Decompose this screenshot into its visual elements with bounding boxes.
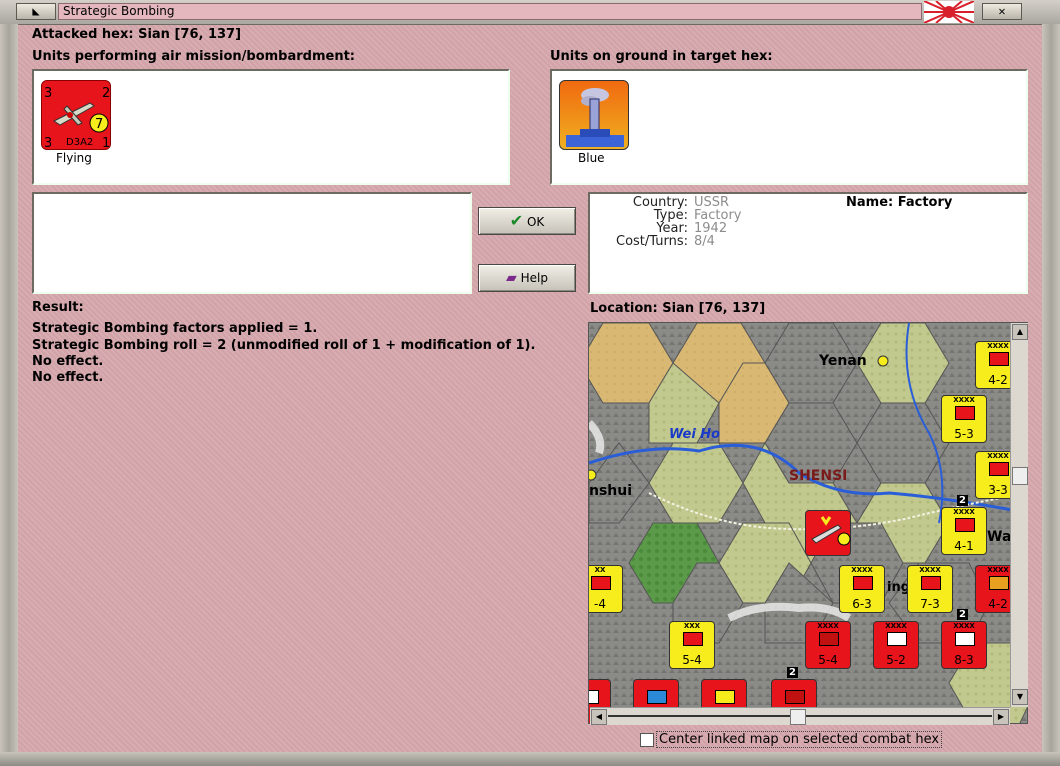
ground-unit-caption: Blue <box>578 151 605 165</box>
dive-bomber-icon: 3 2 3 1 7 D3A2 <box>38 73 110 151</box>
attacked-hex-label: Attacked hex: Sian [76, 137] <box>32 27 242 42</box>
scroll-left-icon[interactable]: ◀ <box>591 709 607 725</box>
unit-strength: 8-3 <box>954 653 974 667</box>
center-map-label[interactable]: Center linked map on selected combat hex <box>656 731 943 748</box>
map-label-yenan: Yenan <box>819 353 867 369</box>
help-label: Help <box>520 271 548 285</box>
details-panel <box>32 192 472 294</box>
horizontal-scroll-thumb[interactable] <box>790 709 806 725</box>
japan-flag-icon <box>924 1 974 23</box>
center-map-checkbox[interactable] <box>640 733 654 747</box>
unit-strength: 5-2 <box>886 653 906 667</box>
close-button[interactable]: ✕ <box>982 3 1022 20</box>
air-unit-badge: 7 <box>95 117 103 132</box>
map-unit[interactable]: XXXX 5-4 <box>805 621 851 669</box>
air-unit-bottom-left: 3 <box>44 136 52 151</box>
window-title: Strategic Bombing <box>58 3 922 20</box>
menu-button[interactable]: ◣ <box>16 3 56 20</box>
scroll-right-icon[interactable]: ▶ <box>993 709 1009 725</box>
map-label-wa: Wa <box>987 529 1012 545</box>
map-vertical-scrollbar[interactable]: ▲ ▼ <box>1010 323 1028 707</box>
bottom-border <box>0 752 1060 766</box>
map-unit[interactable]: XXXX 4-1 <box>941 507 987 555</box>
stack-count: 2 <box>957 609 968 620</box>
cost-value: 8/4 <box>694 234 715 249</box>
map-unit[interactable]: XXX 5-4 <box>669 621 715 669</box>
unit-strength: 5-3 <box>954 427 974 441</box>
dive-bomber-icon <box>811 516 851 546</box>
map-unit[interactable]: XXXX 8-3 <box>941 621 987 669</box>
check-icon: ✔ <box>509 211 524 230</box>
unit-strength: 5-4 <box>682 653 702 667</box>
target-name: Name: Factory <box>846 195 953 210</box>
map-horizontal-scrollbar[interactable]: ◀ ▶ <box>590 707 1010 725</box>
scroll-up-icon[interactable]: ▲ <box>1012 324 1028 340</box>
unit-strength: 6-3 <box>852 597 872 611</box>
air-unit-top-right: 2 <box>102 86 110 101</box>
factory-icon <box>566 88 624 147</box>
cost-key: Cost/Turns: <box>616 234 688 249</box>
air-unit-counter[interactable]: 3 2 3 1 7 D3A2 <box>38 73 111 151</box>
map-unit[interactable]: XXXX 5-3 <box>941 395 987 443</box>
help-book-icon: ▰ <box>506 270 517 286</box>
ground-units-label: Units on ground in target hex: <box>550 49 773 64</box>
unit-strength: -4 <box>594 597 606 611</box>
map-air-unit[interactable] <box>805 510 851 556</box>
location-map[interactable]: Yenan Wei Ho SHENSI nshui Wa ing XXXX 4-… <box>588 322 1028 724</box>
unit-strength: 7-3 <box>920 597 940 611</box>
unit-strength: 4-1 <box>954 539 974 553</box>
result-line: Strategic Bombing roll = 2 (unmodified r… <box>32 338 536 353</box>
ground-unit-counter[interactable] <box>559 80 629 150</box>
result-line: No effect. <box>32 354 104 369</box>
map-label-shensi: SHENSI <box>789 468 848 484</box>
map-label-anshui: nshui <box>589 483 633 499</box>
stack-count: 2 <box>787 667 798 678</box>
map-unit[interactable]: XXXX 7-3 <box>907 565 953 613</box>
help-button[interactable]: ▰ Help <box>478 264 576 292</box>
air-unit-top-left: 3 <box>44 86 52 101</box>
vertical-scroll-thumb[interactable] <box>1012 467 1028 485</box>
scroll-down-icon[interactable]: ▼ <box>1012 689 1028 705</box>
ok-label: OK <box>526 215 545 229</box>
air-unit-bottom-right: 1 <box>102 136 110 151</box>
map-unit[interactable]: XX -4 <box>589 565 623 613</box>
location-label: Location: Sian [76, 137] <box>590 301 766 316</box>
air-unit-name: D3A2 <box>66 137 93 148</box>
dialog-frame: ◣ Strategic Bombing ✕ Attacked hex: Sian… <box>0 0 1060 766</box>
air-units-panel: 3 2 3 1 7 D3A2 Flying <box>32 69 510 185</box>
target-info-panel: Country: USSR Type: Factory Year: 1942 C… <box>588 192 1028 294</box>
result-line: Strategic Bombing factors applied = 1. <box>32 321 318 336</box>
air-unit-caption: Flying <box>56 151 92 165</box>
right-border <box>1042 24 1060 754</box>
result-line: No effect. <box>32 370 104 385</box>
title-bar: ◣ Strategic Bombing ✕ <box>0 0 1060 25</box>
ok-button[interactable]: ✔ OK <box>478 207 576 235</box>
stack-count: 2 <box>957 495 968 506</box>
result-label: Result: <box>32 300 84 315</box>
map-label-wei-ho: Wei Ho <box>669 427 721 442</box>
unit-strength: 5-4 <box>818 653 838 667</box>
left-border <box>0 24 18 754</box>
air-units-label: Units performing air mission/bombardment… <box>32 49 356 64</box>
map-unit[interactable]: XXXX 6-3 <box>839 565 885 613</box>
map-unit[interactable]: XXXX 5-2 <box>873 621 919 669</box>
ground-units-panel: Blue <box>550 69 1028 185</box>
